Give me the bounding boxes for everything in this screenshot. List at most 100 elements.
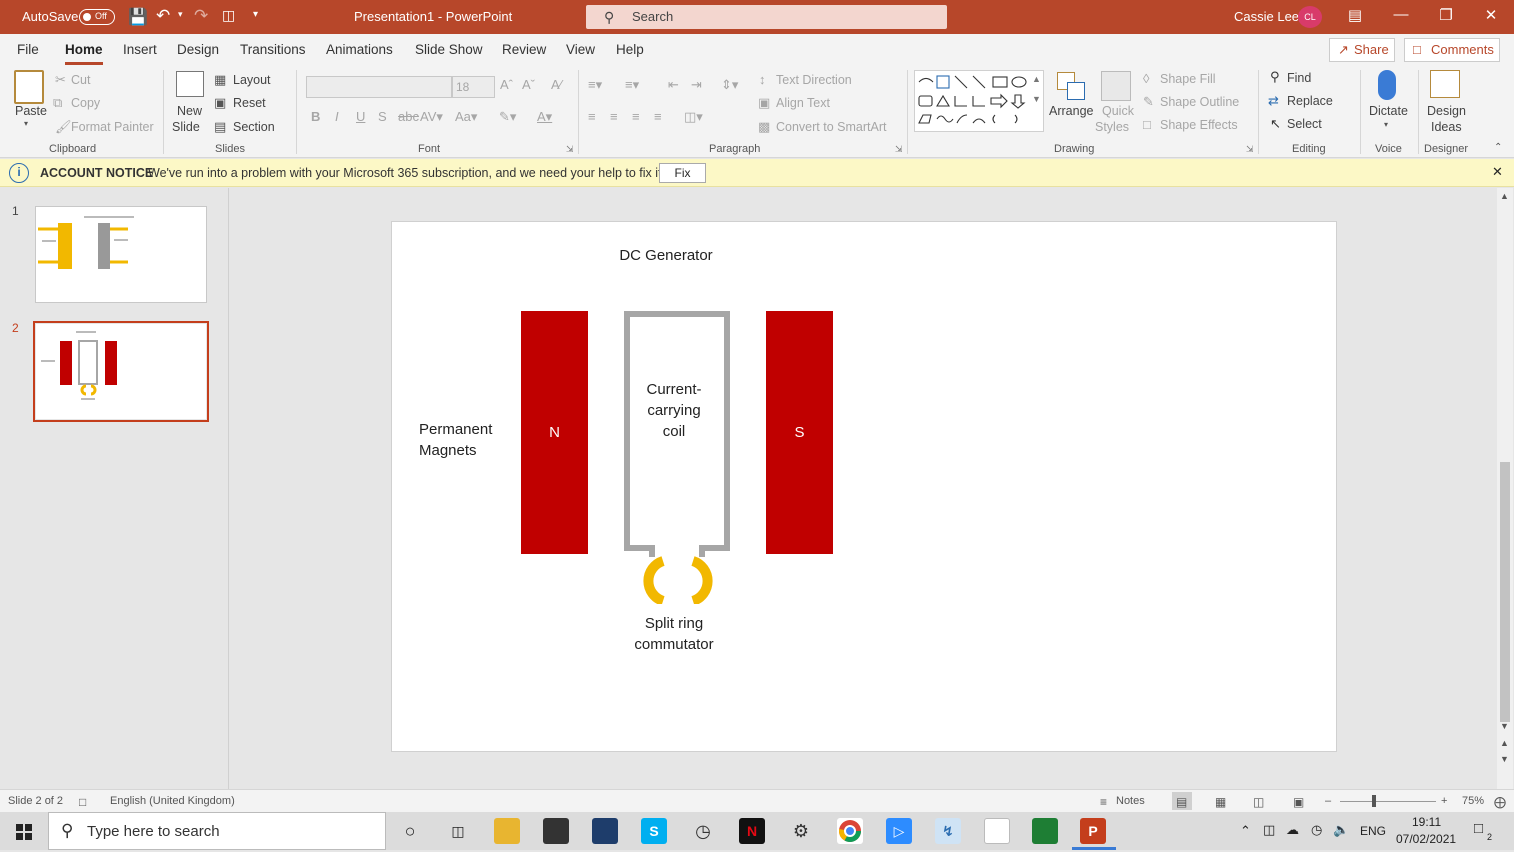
align-left-icon[interactable]: ≡ xyxy=(588,109,596,124)
undo-icon[interactable]: ↶ xyxy=(156,6,170,26)
paste-dropdown-icon[interactable]: ▾ xyxy=(24,119,28,128)
quick-styles-icon[interactable] xyxy=(1101,71,1131,101)
device-icon[interactable]: ◫ xyxy=(1263,822,1275,838)
minimize-icon[interactable]: — xyxy=(1389,6,1413,23)
slide-thumbnail-2[interactable] xyxy=(33,321,209,422)
zoom-in-icon[interactable]: + xyxy=(1441,795,1447,807)
store-icon[interactable] xyxy=(543,818,569,844)
share-button[interactable]: ↗ Share xyxy=(1329,38,1395,62)
italic-icon[interactable]: I xyxy=(335,109,339,124)
cortana-icon[interactable]: ○ xyxy=(397,818,423,844)
close-icon[interactable]: ✕ xyxy=(1479,6,1503,24)
onedrive-icon[interactable]: ☁ xyxy=(1286,822,1299,838)
align-text-label[interactable]: Align Text xyxy=(776,96,830,110)
select-label[interactable]: Select xyxy=(1287,117,1322,131)
volume-icon[interactable]: 🔈 xyxy=(1333,822,1349,838)
smartart-label[interactable]: Convert to SmartArt xyxy=(776,120,886,134)
zoom-slider[interactable] xyxy=(1340,801,1436,802)
replace-label[interactable]: Replace xyxy=(1287,94,1333,108)
input-language[interactable]: ENG xyxy=(1360,824,1386,838)
shape-effects-label[interactable]: Shape Effects xyxy=(1160,118,1238,132)
notes-button[interactable]: Notes xyxy=(1116,795,1145,807)
text-shadow-icon[interactable]: S xyxy=(378,109,387,124)
design-ideas-label-1[interactable]: Design xyxy=(1427,104,1466,118)
task-view-icon[interactable]: ◫ xyxy=(445,818,471,844)
collapse-ribbon-icon[interactable]: ⌃ xyxy=(1494,142,1502,153)
undo-dropdown-icon[interactable]: ▾ xyxy=(178,9,183,20)
increase-indent-icon[interactable]: ⇥ xyxy=(691,77,702,93)
quick-styles-label-2[interactable]: Styles xyxy=(1095,120,1129,134)
language-status[interactable]: English (United Kingdom) xyxy=(110,795,235,807)
slide-canvas[interactable]: DC Generator N S Current- carrying coil … xyxy=(391,221,1337,752)
windows-start-icon[interactable] xyxy=(16,824,32,840)
justify-icon[interactable]: ≡ xyxy=(654,109,662,124)
quick-styles-label-1[interactable]: Quick xyxy=(1102,104,1134,118)
ribbon-display-icon[interactable]: ▤ xyxy=(1343,6,1367,24)
restore-icon[interactable]: ❐ xyxy=(1434,6,1458,24)
tab-slide-show[interactable]: Slide Show xyxy=(415,42,483,57)
columns-icon[interactable]: ◫▾ xyxy=(684,109,703,125)
show-hidden-icons-icon[interactable]: ⌃ xyxy=(1240,823,1251,839)
zoom-out-icon[interactable]: – xyxy=(1325,795,1331,807)
tab-home[interactable]: Home xyxy=(65,42,103,65)
zoom-level[interactable]: 75% xyxy=(1462,795,1484,807)
decrease-indent-icon[interactable]: ⇤ xyxy=(668,77,679,93)
tab-transitions[interactable]: Transitions xyxy=(240,42,306,57)
clock-time[interactable]: 19:11 xyxy=(1412,815,1441,829)
new-slide-label-2[interactable]: Slide xyxy=(172,120,200,134)
tab-design[interactable]: Design xyxy=(177,42,219,57)
tab-view[interactable]: View xyxy=(566,42,595,57)
paragraph-dialog-icon[interactable]: ⇲ xyxy=(895,144,903,155)
cut-label[interactable]: Cut xyxy=(71,73,90,87)
slide-show-icon[interactable]: ▣ xyxy=(1293,795,1304,809)
align-right-icon[interactable]: ≡ xyxy=(632,109,640,124)
scroll-down-icon[interactable]: ▼ xyxy=(1500,721,1509,731)
font-name-box[interactable] xyxy=(306,76,452,98)
settings-icon[interactable]: ⚙ xyxy=(788,818,814,844)
new-slide-icon[interactable] xyxy=(176,71,204,97)
change-case-icon[interactable]: Aa▾ xyxy=(455,109,477,125)
tab-animations[interactable]: Animations xyxy=(326,42,393,57)
clock-date[interactable]: 07/02/2021 xyxy=(1396,832,1456,846)
clear-formatting-icon[interactable]: A∕ xyxy=(551,77,562,92)
notifications-icon[interactable]: □ xyxy=(1474,820,1483,837)
customize-toolbar-icon[interactable]: ▾ xyxy=(253,9,258,20)
shape-outline-label[interactable]: Shape Outline xyxy=(1160,95,1239,109)
slide-sorter-icon[interactable]: ▦ xyxy=(1215,795,1226,809)
scroll-thumb[interactable] xyxy=(1500,462,1510,722)
drawing-dialog-icon[interactable]: ⇲ xyxy=(1246,144,1254,155)
user-name[interactable]: Cassie Lee xyxy=(1234,9,1299,24)
find-label[interactable]: Find xyxy=(1287,71,1311,85)
notepad-icon[interactable] xyxy=(984,818,1010,844)
tab-file[interactable]: File xyxy=(17,42,39,57)
design-ideas-icon[interactable] xyxy=(1430,70,1460,98)
new-slide-label-1[interactable]: New xyxy=(177,104,202,118)
autosave-toggle[interactable]: Off xyxy=(79,9,115,25)
font-size-box[interactable]: 18 xyxy=(452,76,495,98)
bullets-icon[interactable]: ≡▾ xyxy=(588,77,602,93)
font-color-icon[interactable]: A▾ xyxy=(537,109,552,125)
spelling-icon[interactable]: □ xyxy=(79,795,86,809)
close-notice-icon[interactable]: ✕ xyxy=(1492,164,1503,180)
gallery-scroll-up-icon[interactable]: ▲ xyxy=(1032,74,1041,84)
highlight-icon[interactable]: ✎▾ xyxy=(499,109,516,125)
previous-slide-icon[interactable]: ▲ xyxy=(1500,738,1509,748)
slide-title[interactable]: DC Generator xyxy=(606,245,726,266)
app-icon[interactable]: ↯ xyxy=(935,818,961,844)
present-icon[interactable]: ◫ xyxy=(222,7,235,24)
gallery-scroll-down-icon[interactable]: ▼ xyxy=(1032,94,1041,104)
numbering-icon[interactable]: ≡▾ xyxy=(625,77,639,93)
align-center-icon[interactable]: ≡ xyxy=(610,109,618,124)
design-ideas-label-2[interactable]: Ideas xyxy=(1431,120,1462,134)
copy-label[interactable]: Copy xyxy=(71,96,100,110)
search-box[interactable]: ⚲ Search xyxy=(586,5,947,29)
font-dialog-icon[interactable]: ⇲ xyxy=(566,144,574,155)
netflix-icon[interactable]: N xyxy=(739,818,765,844)
dictate-dropdown-icon[interactable]: ▾ xyxy=(1384,120,1388,129)
underline-icon[interactable]: U xyxy=(356,109,365,124)
text-direction-label[interactable]: Text Direction xyxy=(776,73,852,87)
tab-help[interactable]: Help xyxy=(616,42,644,57)
file-explorer-icon[interactable] xyxy=(494,818,520,844)
grow-font-icon[interactable]: Aˆ xyxy=(500,77,513,92)
microphone-icon[interactable] xyxy=(1378,70,1396,100)
